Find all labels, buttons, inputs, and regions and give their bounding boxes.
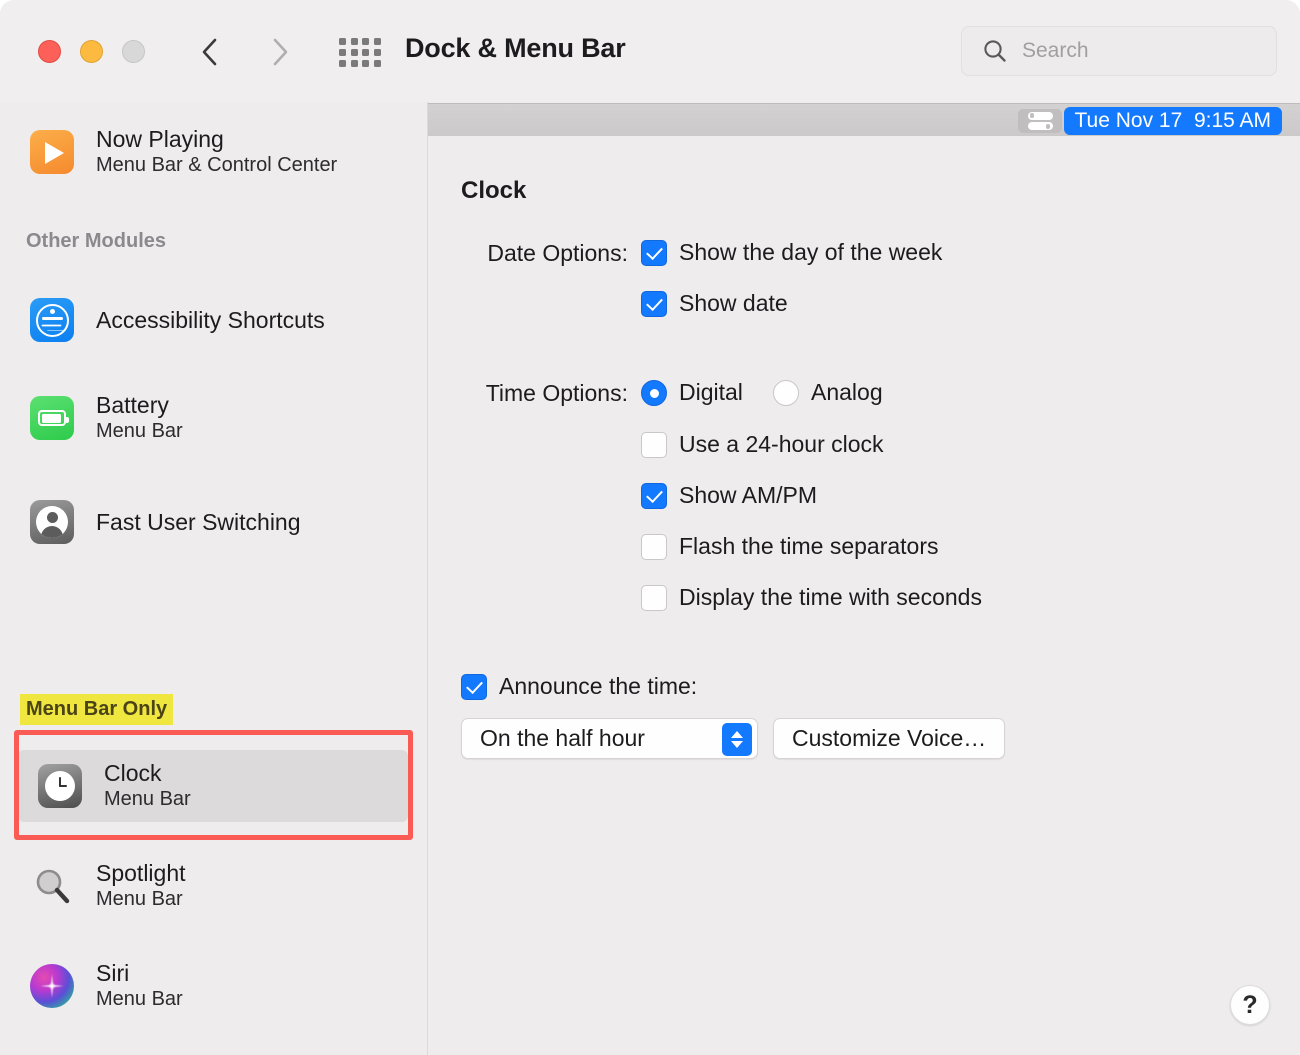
apps-grid-icon[interactable] [336, 36, 384, 68]
checkbox-box[interactable] [461, 673, 487, 700]
checkbox-box[interactable] [641, 239, 667, 266]
sidebar-item-subtitle: Menu Bar [96, 888, 183, 911]
titlebar: Dock & Menu Bar Search [0, 0, 1300, 102]
checkbox-announce-the-time[interactable]: Announce the time: [461, 673, 697, 700]
clock-icon [38, 764, 82, 808]
sidebar-item-time-machine-spacer [10, 954, 410, 1026]
forward-button[interactable] [258, 30, 302, 74]
help-button[interactable]: ? [1230, 985, 1270, 1025]
sidebar-item-subtitle: Menu Bar [104, 788, 191, 811]
checkbox-24-hour-clock[interactable]: Use a 24-hour clock [641, 431, 884, 458]
checkbox-box[interactable] [641, 482, 667, 509]
search-icon [984, 40, 1006, 62]
sidebar-item-title: Clock [104, 760, 162, 787]
checkbox-box[interactable] [641, 431, 667, 458]
customize-voice-button[interactable]: Customize Voice… [773, 718, 1006, 759]
fast-user-switching-icon [30, 500, 74, 544]
checkbox-label: Use a 24-hour clock [679, 431, 884, 457]
chevron-left-icon [202, 38, 217, 66]
checkbox-show-date[interactable]: Show date [641, 290, 788, 317]
sidebar-item-title: Accessibility Shortcuts [96, 306, 325, 333]
control-center-icon[interactable] [1018, 109, 1062, 133]
modules-sidebar[interactable]: Now Playing Menu Bar & Control Center Ot… [0, 102, 427, 1055]
radio-analog[interactable]: Analog [773, 379, 883, 406]
checkbox-label: Display the time with seconds [679, 584, 982, 610]
sidebar-item-title: Battery [96, 392, 169, 419]
radio-button[interactable] [641, 379, 667, 406]
system-preferences-window: Dock & Menu Bar Search Now Playing Menu … [0, 0, 1300, 1055]
checkbox-label: Show AM/PM [679, 482, 818, 508]
announce-interval-select[interactable]: On the half hour [461, 718, 758, 759]
checkbox-box[interactable] [641, 290, 667, 317]
checkbox-display-seconds[interactable]: Display the time with seconds [641, 584, 982, 611]
sidebar-item-time-machine[interactable]: Time Machine [10, 1051, 410, 1055]
checkbox-flash-separators[interactable]: Flash the time separators [641, 533, 939, 560]
radio-label: Digital [679, 379, 743, 405]
sidebar-item-title: Spotlight [96, 860, 186, 887]
battery-icon [30, 396, 74, 440]
sidebar-item-now-playing[interactable]: Now Playing Menu Bar & Control Center [10, 116, 410, 188]
menu-bar-clock-preview[interactable]: Tue Nov 17 9:15 AM [1063, 107, 1282, 135]
chevron-right-icon [273, 38, 288, 66]
radio-label: Analog [811, 379, 883, 405]
page-title: Dock & Menu Bar [405, 33, 626, 63]
search-placeholder: Search [1022, 39, 1089, 62]
group-header-other-modules: Other Modules [26, 230, 167, 252]
sidebar-item-subtitle: Menu Bar [96, 420, 183, 443]
menu-bar-preview: Tue Nov 17 9:15 AM [428, 103, 1300, 136]
sidebar-item-fast-user-switching[interactable]: Fast User Switching [10, 486, 410, 558]
checkbox-label: Announce the time: [499, 673, 698, 699]
sidebar-item-title: Fast User Switching [96, 508, 301, 535]
search-field[interactable]: Search [961, 26, 1277, 76]
sidebar-item-accessibility-shortcuts[interactable]: Accessibility Shortcuts [10, 284, 410, 356]
close-button[interactable] [38, 40, 61, 63]
back-button[interactable] [188, 30, 232, 74]
section-title-clock: Clock [461, 177, 527, 204]
zoom-button[interactable] [122, 40, 145, 63]
accessibility-icon [30, 298, 74, 342]
spotlight-glyph-icon [36, 869, 70, 904]
sidebar-item-battery[interactable]: Battery Menu Bar [10, 382, 410, 454]
sidebar-item-spotlight[interactable]: Spotlight Menu Bar [10, 850, 410, 922]
checkbox-show-am-pm[interactable]: Show AM/PM [641, 482, 817, 509]
checkbox-box[interactable] [641, 584, 667, 611]
sidebar-item-clock[interactable]: Clock Menu Bar [18, 750, 408, 822]
clock-settings-panel: Tue Nov 17 9:15 AM Clock Date Options: S… [428, 102, 1300, 1055]
checkbox-box[interactable] [641, 533, 667, 560]
radio-button[interactable] [773, 379, 799, 406]
checkbox-show-day-of-week[interactable]: Show the day of the week [641, 239, 942, 266]
checkbox-label: Flash the time separators [679, 533, 939, 559]
sidebar-item-subtitle: Menu Bar & Control Center [96, 154, 338, 177]
chevron-updown-icon[interactable] [722, 723, 752, 756]
minimize-button[interactable] [80, 40, 103, 63]
checkbox-label: Show the day of the week [679, 239, 943, 265]
time-options-label: Time Options: [485, 380, 628, 406]
checkbox-label: Show date [679, 290, 788, 316]
group-header-menu-bar-only: Menu Bar Only [20, 694, 174, 725]
sidebar-item-title: Now Playing [96, 126, 224, 153]
now-playing-icon [30, 130, 74, 174]
announce-interval-value: On the half hour [480, 725, 645, 751]
spotlight-icon [30, 864, 74, 908]
radio-digital[interactable]: Digital [641, 379, 743, 406]
window-controls [38, 40, 145, 63]
date-options-label: Date Options: [487, 240, 628, 266]
